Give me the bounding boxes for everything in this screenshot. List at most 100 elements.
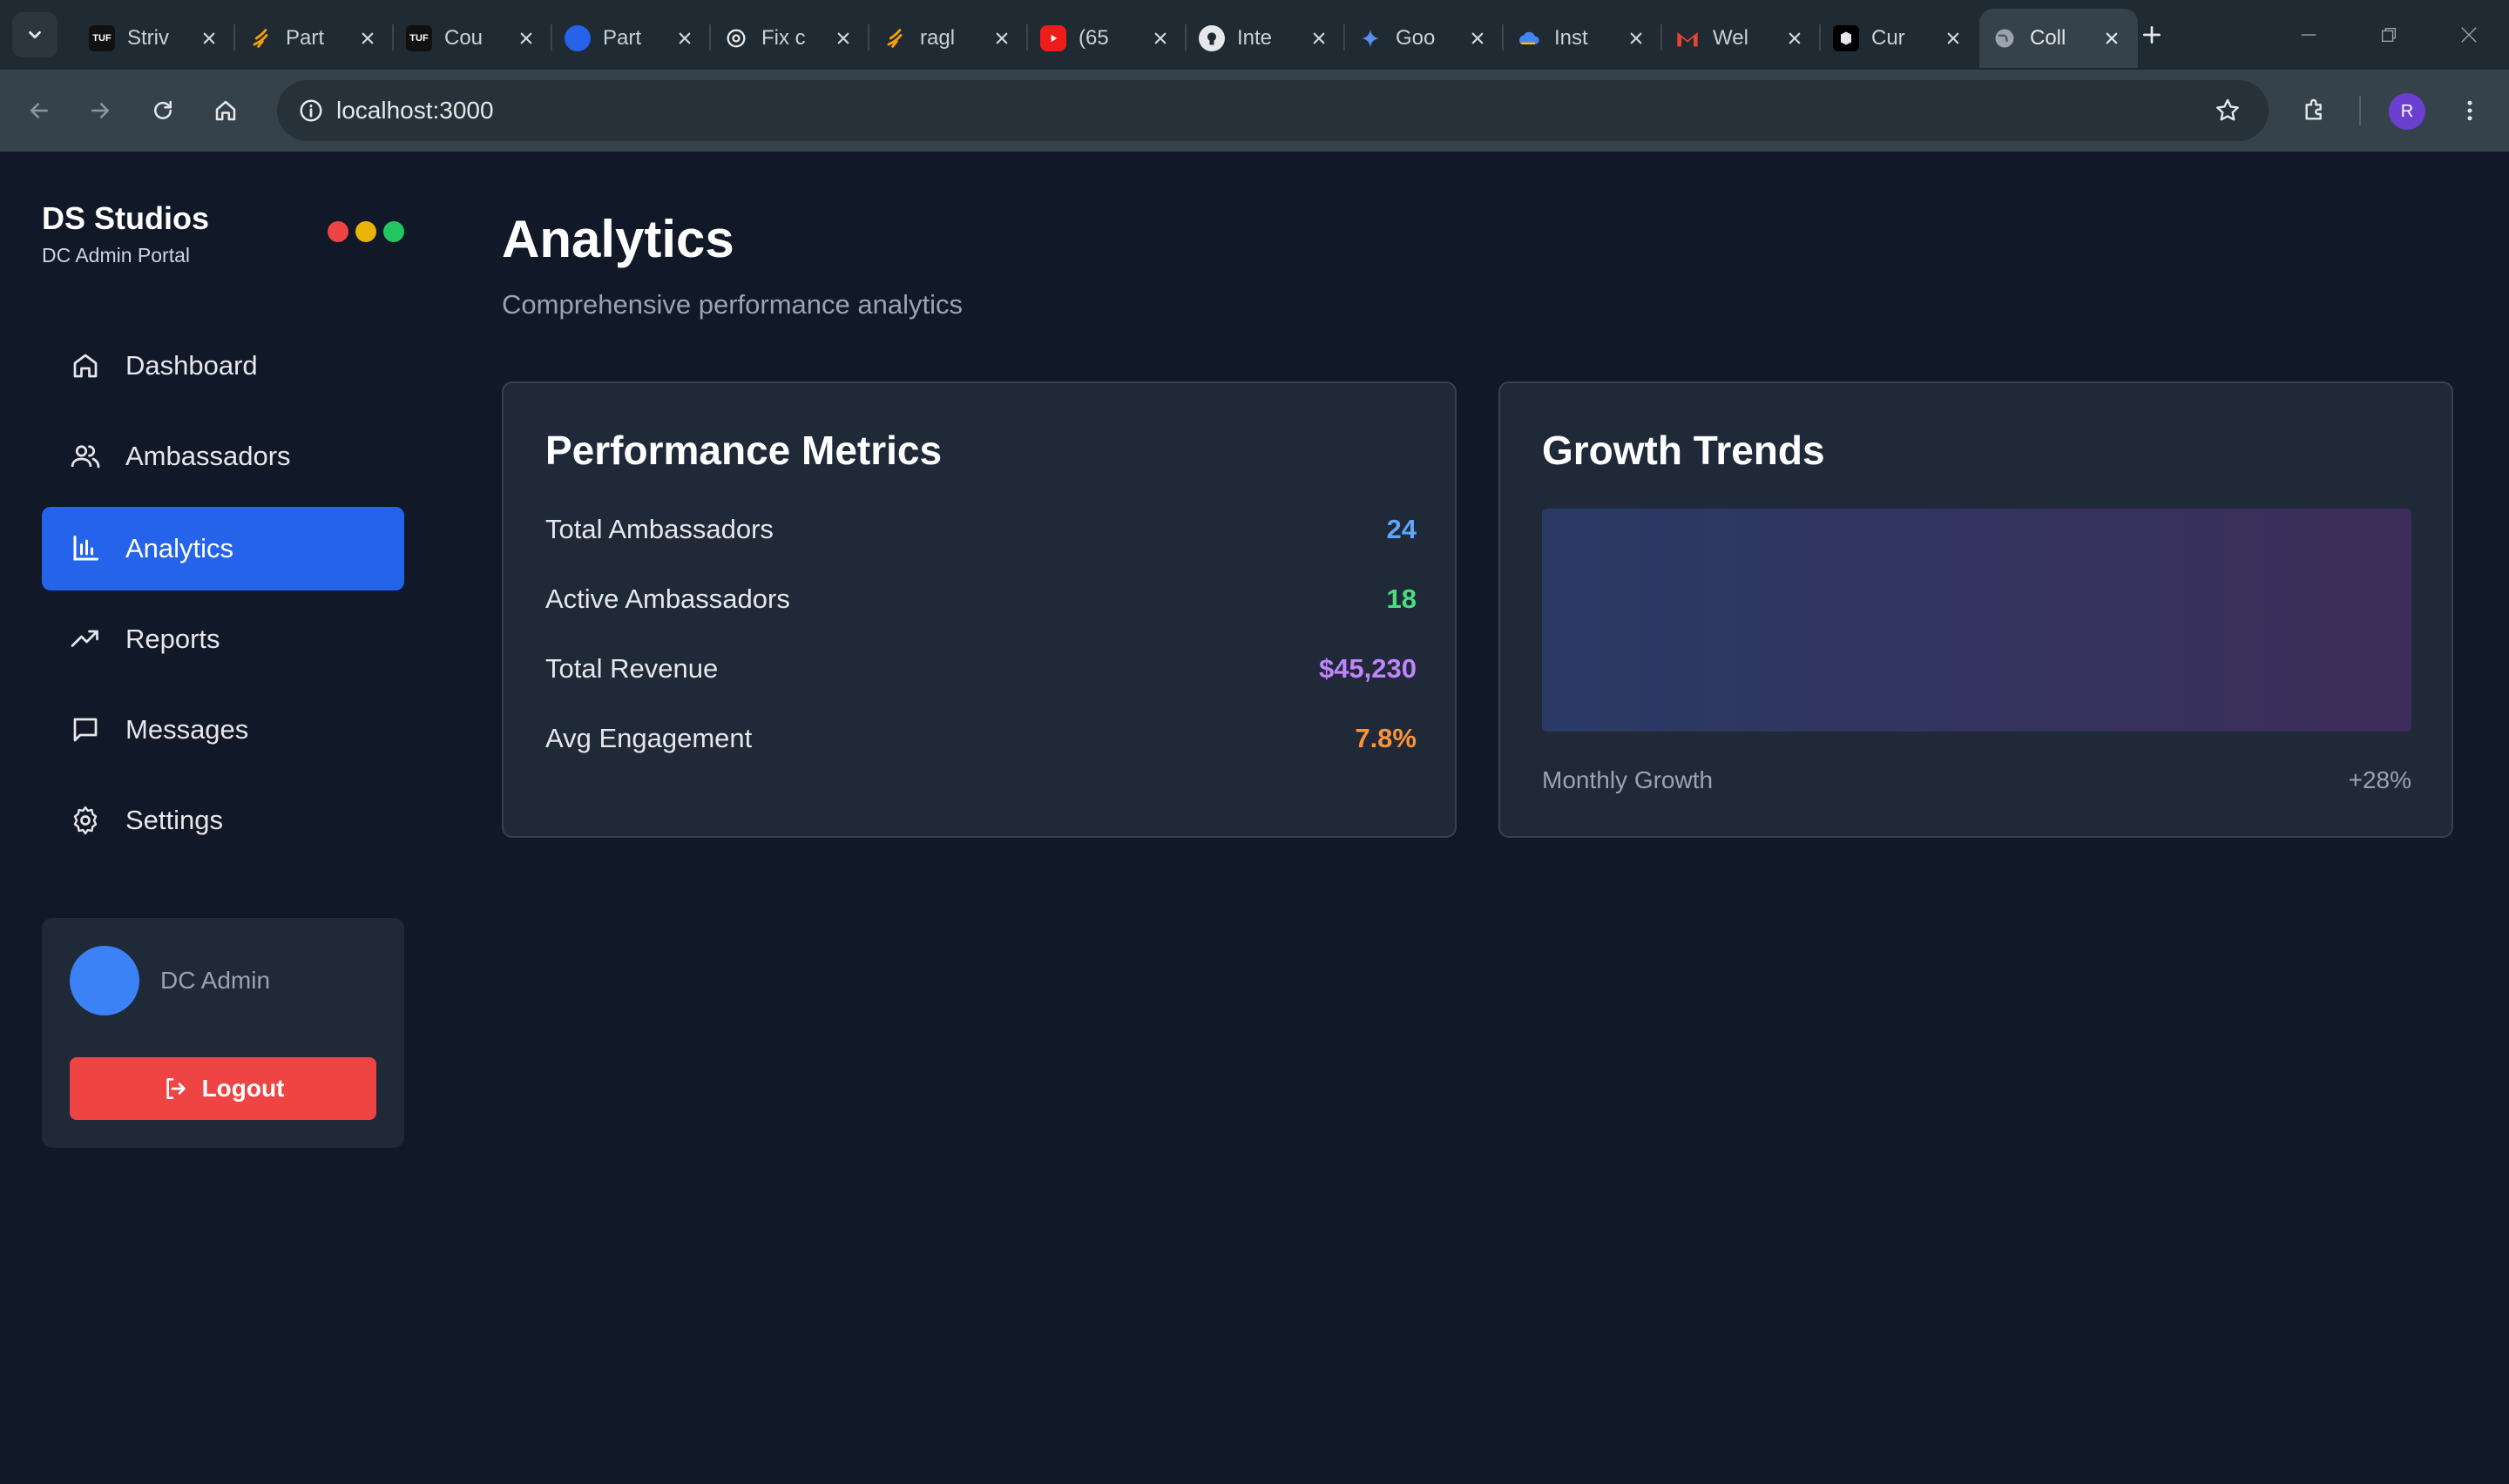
- metric-row: Avg Engagement 7.8%: [545, 721, 1417, 756]
- browser-tab[interactable]: Inte: [1187, 9, 1345, 68]
- bookmark-star-icon[interactable]: [2206, 89, 2249, 132]
- tuf-icon: TUF: [406, 25, 432, 51]
- logout-button[interactable]: Logout: [70, 1057, 376, 1120]
- chevron-down-icon: [29, 30, 41, 39]
- card-title: Performance Metrics: [545, 428, 943, 473]
- drive-icon: [1516, 25, 1542, 51]
- browser-tab[interactable]: ragl: [869, 9, 1028, 68]
- growth-value: +28%: [2348, 766, 2411, 793]
- sidebar-item-ambassadors[interactable]: Ambassadors: [42, 415, 404, 498]
- tab-title: Wel: [1713, 26, 1748, 50]
- cursor-icon: [1833, 25, 1859, 51]
- sidebar-item-label: Analytics: [125, 533, 234, 563]
- close-icon[interactable]: [1464, 24, 1491, 52]
- youtube-icon: [1040, 25, 1066, 51]
- app-root: DS Studios DC Admin Portal Dashboard Amb…: [0, 152, 2509, 1484]
- tab-title: Part: [603, 26, 642, 50]
- new-tab-button[interactable]: [2133, 16, 2171, 54]
- sidebar-item-settings[interactable]: Settings: [42, 779, 404, 862]
- browser-tab[interactable]: Goo: [1345, 9, 1504, 68]
- card-title: Growth Trends: [1542, 428, 1825, 473]
- minimize-icon: [2301, 34, 2316, 36]
- logout-icon: [166, 1078, 186, 1099]
- close-icon[interactable]: [354, 24, 382, 52]
- browser-tab[interactable]: Inst: [1504, 9, 1662, 68]
- reload-button[interactable]: [141, 89, 185, 132]
- home-icon: [68, 348, 103, 383]
- tab-search-button[interactable]: [12, 12, 57, 57]
- back-button[interactable]: [17, 89, 61, 132]
- metric-label: Total Ambassadors: [545, 514, 774, 544]
- toolbar-separator: [2359, 96, 2361, 125]
- browser-toolbar: localhost:3000 R: [0, 70, 2509, 152]
- home-button[interactable]: [204, 89, 247, 132]
- close-icon[interactable]: [1622, 24, 1650, 52]
- tab-title: (65: [1079, 26, 1109, 50]
- close-icon[interactable]: [512, 24, 540, 52]
- arrow-right-icon: [91, 103, 109, 118]
- close-icon[interactable]: [1781, 24, 1809, 52]
- tab-title: Striv: [127, 26, 169, 50]
- tab-title: Goo: [1396, 26, 1436, 50]
- window-dots: [328, 221, 404, 242]
- minimize-button[interactable]: [2282, 14, 2335, 56]
- sidebar-item-label: Dashboard: [125, 350, 258, 381]
- close-window-button[interactable]: [2443, 14, 2495, 56]
- sidebar-item-messages[interactable]: Messages: [42, 688, 404, 772]
- growth-chart-placeholder: [1542, 509, 2411, 732]
- red-dot: [328, 221, 348, 242]
- metric-label: Active Ambassadors: [545, 583, 790, 614]
- arrow-left-icon: [30, 103, 48, 118]
- browser-tab-active[interactable]: Coll: [1979, 9, 2138, 68]
- close-icon[interactable]: [2098, 24, 2126, 52]
- metric-value: 7.8%: [1355, 723, 1417, 753]
- url-text[interactable]: localhost:3000: [336, 80, 494, 141]
- browser-tab[interactable]: (65: [1028, 9, 1187, 68]
- browser-tab[interactable]: Cur: [1821, 9, 1979, 68]
- more-vertical-icon: [2467, 100, 2472, 121]
- sidebar-item-label: Messages: [125, 714, 249, 745]
- sidebar: DS Studios DC Admin Portal Dashboard Amb…: [42, 152, 404, 1484]
- sidebar-item-analytics[interactable]: Analytics: [42, 507, 404, 590]
- close-icon[interactable]: [195, 24, 223, 52]
- sidebar-item-label: Ambassadors: [125, 441, 291, 471]
- growth-footer: Monthly Growth +28%: [1542, 766, 2411, 794]
- home-icon: [215, 100, 236, 121]
- tab-list: TUF Striv Part TUF Cou Part Fix c ragl (…: [77, 9, 2138, 68]
- close-icon: [2461, 27, 2477, 43]
- plus-icon: [2142, 25, 2161, 44]
- close-icon[interactable]: [671, 24, 699, 52]
- close-icon[interactable]: [829, 24, 857, 52]
- metric-row: Total Revenue $45,230: [545, 651, 1417, 686]
- sidebar-item-reports[interactable]: Reports: [42, 597, 404, 681]
- profile-avatar[interactable]: R: [2389, 93, 2425, 130]
- browser-tab[interactable]: TUF Striv: [77, 9, 235, 68]
- gemini-icon: [1357, 25, 1383, 51]
- forward-button[interactable]: [78, 89, 122, 132]
- restore-button[interactable]: [2363, 14, 2415, 56]
- browser-tab[interactable]: TUF Cou: [394, 9, 552, 68]
- user-card: DC Admin Logout: [42, 918, 404, 1148]
- tab-title: Cur: [1871, 26, 1905, 50]
- browser-tab[interactable]: Part: [552, 9, 711, 68]
- sidebar-item-dashboard[interactable]: Dashboard: [42, 324, 404, 408]
- close-icon[interactable]: [988, 24, 1016, 52]
- metric-row: Total Ambassadors 24: [545, 512, 1417, 547]
- browser-tab[interactable]: Wel: [1662, 9, 1821, 68]
- trending-up-icon: [68, 622, 103, 657]
- browser-menu-button[interactable]: [2448, 89, 2492, 132]
- tab-title: Coll: [2030, 26, 2066, 50]
- close-icon[interactable]: [1939, 24, 1967, 52]
- site-info-icon[interactable]: [289, 89, 333, 132]
- close-icon[interactable]: [1146, 24, 1174, 52]
- browser-tab[interactable]: Part: [235, 9, 394, 68]
- sidebar-item-label: Reports: [125, 624, 220, 654]
- close-icon[interactable]: [1305, 24, 1333, 52]
- growth-trends-card: Growth Trends Monthly Growth +28%: [1498, 381, 2453, 838]
- address-bar[interactable]: localhost:3000: [277, 80, 2269, 141]
- browser-tab[interactable]: Fix c: [711, 9, 869, 68]
- restore-icon: [2381, 27, 2397, 43]
- bar-chart-icon: [68, 531, 103, 566]
- extensions-button[interactable]: [2293, 89, 2337, 132]
- openai-icon: [723, 25, 749, 51]
